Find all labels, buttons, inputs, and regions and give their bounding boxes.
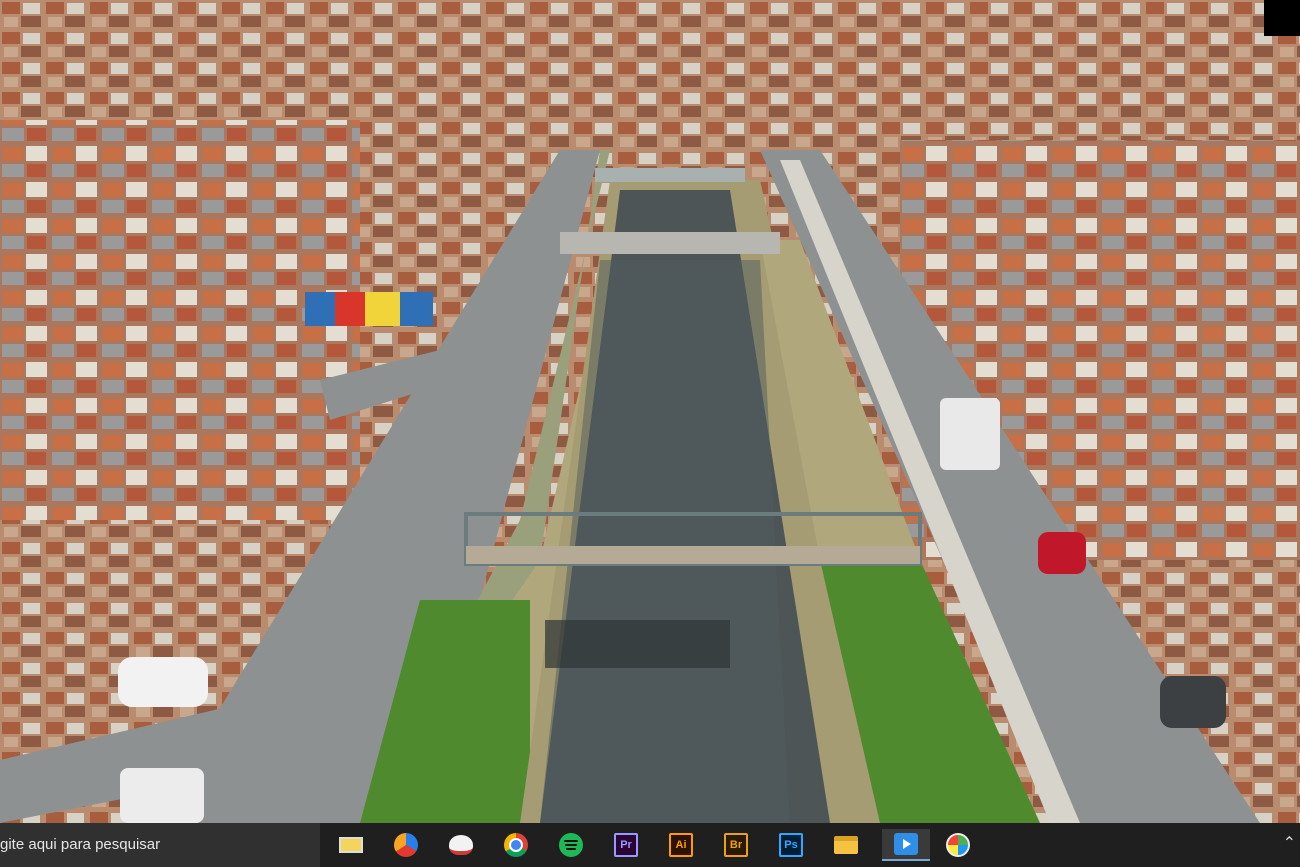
taskbar-paint[interactable] xyxy=(940,829,976,861)
taskbar-search-box[interactable]: gite aqui para pesquisar xyxy=(0,823,320,867)
taskbar-app-2[interactable] xyxy=(388,829,424,861)
file-explorer-icon xyxy=(834,836,858,854)
chevron-up-icon[interactable]: ⌃ xyxy=(1283,833,1296,853)
illustrator-icon: Ai xyxy=(669,833,693,857)
taskbar-chrome[interactable] xyxy=(498,829,534,861)
search-placeholder: gite aqui para pesquisar xyxy=(0,836,161,853)
aerial-photo xyxy=(0,0,1300,823)
bridge-icon: Br xyxy=(724,833,748,857)
taskbar: gite aqui para pesquisar Pr Ai Br Ps ⌃ xyxy=(0,823,1300,867)
taskbar-spotify[interactable] xyxy=(553,829,589,861)
app-icon xyxy=(339,837,363,853)
app-icon xyxy=(449,835,473,855)
city-canal-aerial-view xyxy=(0,0,1300,823)
taskbar-premiere[interactable]: Pr xyxy=(608,829,644,861)
paint-icon xyxy=(946,833,970,857)
chrome-icon xyxy=(504,833,528,857)
video-app-icon xyxy=(894,833,918,855)
black-corner xyxy=(1264,0,1300,36)
taskbar-illustrator[interactable]: Ai xyxy=(663,829,699,861)
taskbar-photoshop[interactable]: Ps xyxy=(773,829,809,861)
taskbar-video-app[interactable] xyxy=(882,829,930,861)
taskbar-app-1[interactable] xyxy=(333,829,369,861)
taskbar-app-3[interactable] xyxy=(443,829,479,861)
taskbar-file-explorer[interactable] xyxy=(828,829,864,861)
spotify-icon xyxy=(559,833,583,857)
photoshop-icon: Ps xyxy=(779,833,803,857)
app-icon xyxy=(394,833,418,857)
taskbar-bridge[interactable]: Br xyxy=(718,829,754,861)
premiere-icon: Pr xyxy=(614,833,638,857)
